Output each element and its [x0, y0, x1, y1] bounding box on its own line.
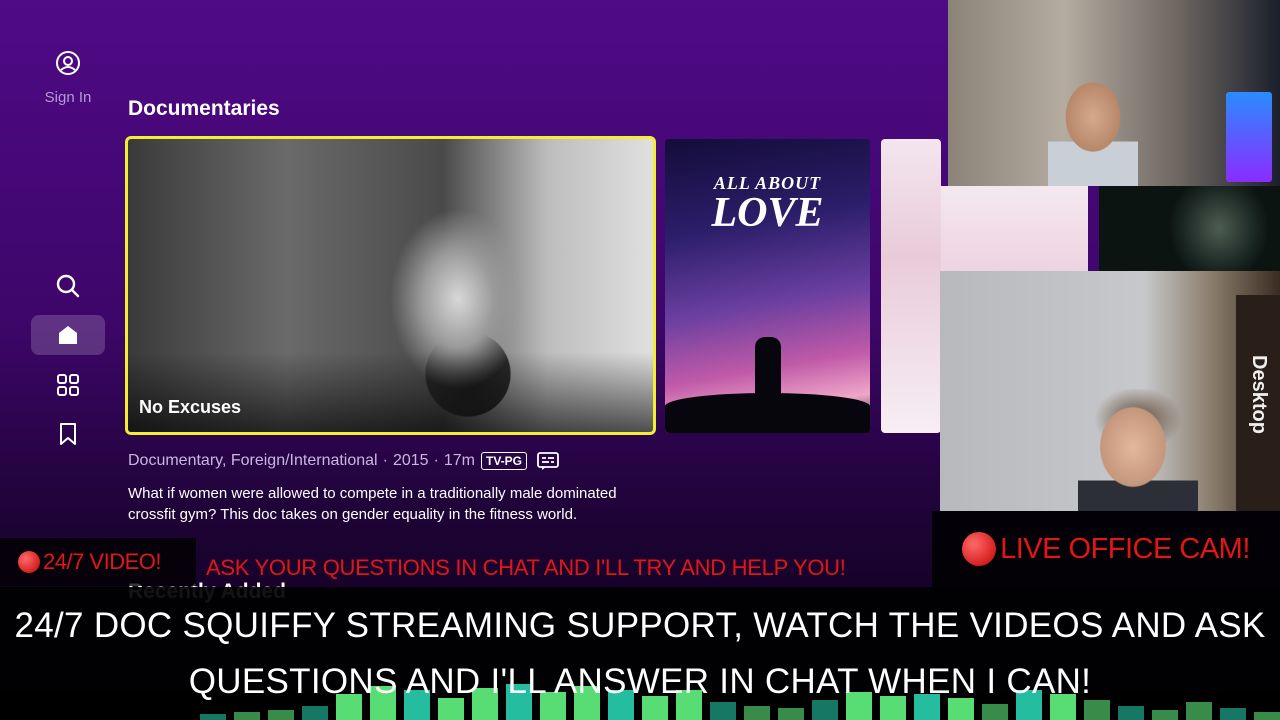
streamer-figure [1048, 75, 1138, 186]
red-circle-icon [18, 551, 40, 573]
section-title: Documentaries [128, 97, 280, 120]
release-year: 2015 [392, 452, 429, 469]
subtitles-icon [537, 452, 559, 470]
red-circle-icon [962, 532, 997, 566]
ticker-line-1: 24/7 DOC SQUIFFY STREAMING SUPPORT, WATC… [14, 606, 1266, 645]
ask-questions-banner: ASK YOUR QUESTIONS IN CHAT AND I'LL TRY … [206, 555, 846, 580]
video-247-label: 24/7 VIDEO! [43, 549, 162, 574]
sidebar-item-watchlist[interactable] [31, 414, 105, 454]
genres: Documentary, Foreign/International [128, 452, 378, 469]
sign-in-button[interactable]: Sign In [18, 50, 118, 106]
video-247-badge: 24/7 VIDEO! [0, 538, 196, 586]
poster-tile-partial[interactable] [881, 139, 941, 433]
webcam-office: Desktop [940, 271, 1280, 511]
meta-separator: · [433, 452, 439, 469]
sidebar-item-search[interactable] [31, 266, 105, 306]
meta-separator: · [382, 452, 388, 469]
description: What if women were allowed to compete in… [128, 485, 617, 523]
poster-title-main: LOVE [711, 190, 824, 236]
poster-tile[interactable]: ALL ABOUT LOVE [665, 139, 870, 433]
rating-badge: TV-PG [480, 452, 527, 470]
live-cam-badge: LIVE OFFICE CAM! [932, 511, 1280, 587]
title-metadata: Documentary, Foreign/International · 201… [128, 452, 559, 470]
pc-rgb-glow [1226, 92, 1272, 182]
search-icon [56, 274, 80, 298]
grid-icon [57, 374, 79, 396]
account-icon [56, 51, 80, 75]
sign-in-label: Sign In [44, 89, 92, 106]
bookmark-icon [60, 423, 76, 445]
desktop-box-text: Desktop [1248, 355, 1270, 434]
desktop-box: Desktop [1236, 295, 1280, 511]
home-icon [59, 326, 77, 344]
poster-strip-right [1099, 186, 1280, 271]
sidebar-item-home[interactable] [31, 315, 105, 355]
webcam-top [948, 0, 1280, 186]
featured-tile[interactable]: No Excuses [125, 136, 656, 435]
duration: 17m [443, 452, 475, 469]
office-person [1078, 389, 1198, 511]
poster-strip-left [941, 186, 1088, 271]
ticker-line-2: QUESTIONS AND I'LL ANSWER IN CHAT WHEN I… [188, 662, 1092, 701]
live-cam-label: LIVE OFFICE CAM! [1000, 532, 1250, 565]
hill-silhouette [665, 393, 870, 433]
tile-title: No Excuses [139, 397, 242, 417]
sidebar-item-browse[interactable] [31, 365, 105, 405]
